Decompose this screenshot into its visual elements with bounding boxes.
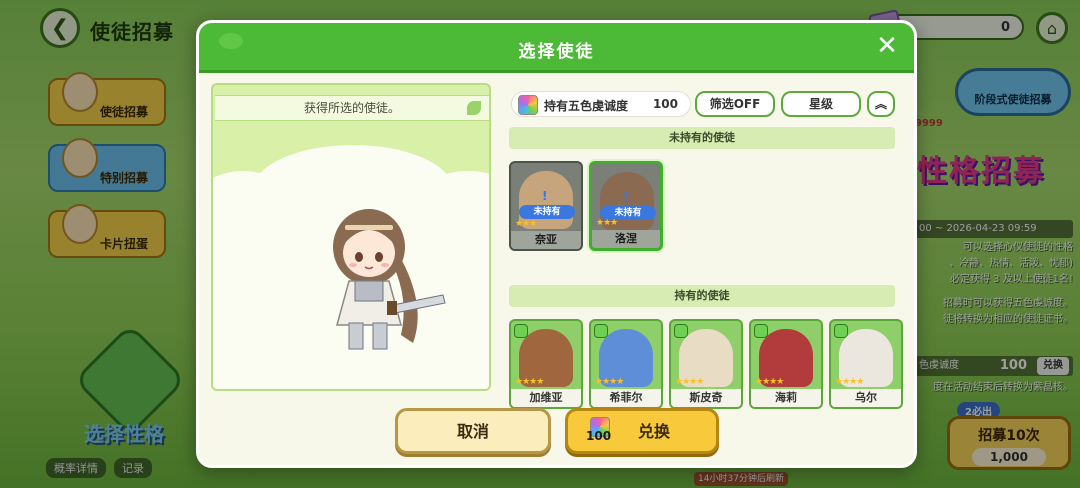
star-rating-icon: ★★★★ xyxy=(755,377,784,387)
double-chevron-up-icon: ︽ xyxy=(874,97,887,111)
exchange-button[interactable]: 100 兑换 xyxy=(565,408,719,454)
modal-header: 选择使徒 ✕ xyxy=(199,23,914,73)
exchange-label: 兑换 xyxy=(638,422,671,441)
owned-cards: ★★★★ 加维亚 ★★★★ 希菲尔 ★★★★ 斯皮奇 ★★★★ 海莉 ★★★★ … xyxy=(509,319,903,409)
devotion-owned-label: 持有五色虔诚度 xyxy=(544,99,629,113)
filter-button[interactable]: 筛选OFF xyxy=(695,91,775,117)
sort-order-button[interactable]: ︽ xyxy=(867,91,895,117)
preview-caption: 获得所选的使徒。 xyxy=(215,95,489,121)
section-owned: 持有的使徒 xyxy=(509,285,895,307)
apostle-name: 奈亚 xyxy=(511,231,581,249)
select-apostle-modal: 选择使徒 ✕ 获得所选的使徒。 持有五色虔诚度 100 筛选OFF 星级 ︽ 未… xyxy=(196,20,917,468)
star-rating-icon: ★★★★ xyxy=(515,377,544,387)
apostle-card[interactable]: ★★★★ 希菲尔 xyxy=(589,319,663,409)
preview-caption-text: 获得所选的使徒。 xyxy=(303,101,400,115)
selected-apostle-portrait xyxy=(333,209,446,350)
modal-footer: 取消 100 兑换 xyxy=(199,403,914,463)
cancel-button[interactable]: 取消 xyxy=(395,408,551,454)
star-sort-button[interactable]: 星级 xyxy=(781,91,861,117)
apostle-card[interactable]: ★★★★ 斯皮奇 xyxy=(669,319,743,409)
filter-row: 持有五色虔诚度 100 筛选OFF 星级 ︽ xyxy=(509,91,899,119)
apostle-card[interactable]: ★★★★ 加维亚 xyxy=(509,319,583,409)
apostle-card[interactable]: ★★★★ 乌尔 xyxy=(829,319,903,409)
section-unowned: 未持有的使徒 xyxy=(509,127,895,149)
star-rating-icon: ★★★ xyxy=(596,218,618,228)
close-button[interactable]: ✕ xyxy=(874,33,900,59)
star-rating-icon: ★★★ xyxy=(515,219,537,229)
apostle-name: 洛涅 xyxy=(592,230,660,248)
apostle-list-area: 持有五色虔诚度 100 筛选OFF 星级 ︽ 未持有的使徒 ! 未持有 ★★★ … xyxy=(499,83,903,409)
star-rating-icon: ★★★★ xyxy=(595,377,624,387)
exclamation-icon: ! xyxy=(623,190,629,204)
modal-title: 选择使徒 xyxy=(518,42,595,62)
exclamation-icon: ! xyxy=(542,189,548,203)
star-rating-icon: ★★★★ xyxy=(835,377,864,387)
star-rating-icon: ★★★★ xyxy=(675,377,704,387)
five-color-gem-icon xyxy=(518,95,538,115)
apostle-preview: 获得所选的使徒。 xyxy=(211,83,491,391)
devotion-owned: 持有五色虔诚度 100 xyxy=(511,91,691,117)
apostle-card-selected[interactable]: ! 未持有 ★★★ 洛涅 xyxy=(589,161,663,251)
leaf-icon xyxy=(467,101,481,115)
exchange-cost: 100 xyxy=(586,429,612,443)
unowned-status: 未持有 xyxy=(519,205,575,219)
apostle-card[interactable]: ! 未持有 ★★★ 奈亚 xyxy=(509,161,583,251)
devotion-owned-value: 100 xyxy=(652,97,678,111)
unowned-cards: ! 未持有 ★★★ 奈亚 ! 未持有 ★★★ 洛涅 xyxy=(509,161,663,251)
apostle-card[interactable]: ★★★★ 海莉 xyxy=(749,319,823,409)
